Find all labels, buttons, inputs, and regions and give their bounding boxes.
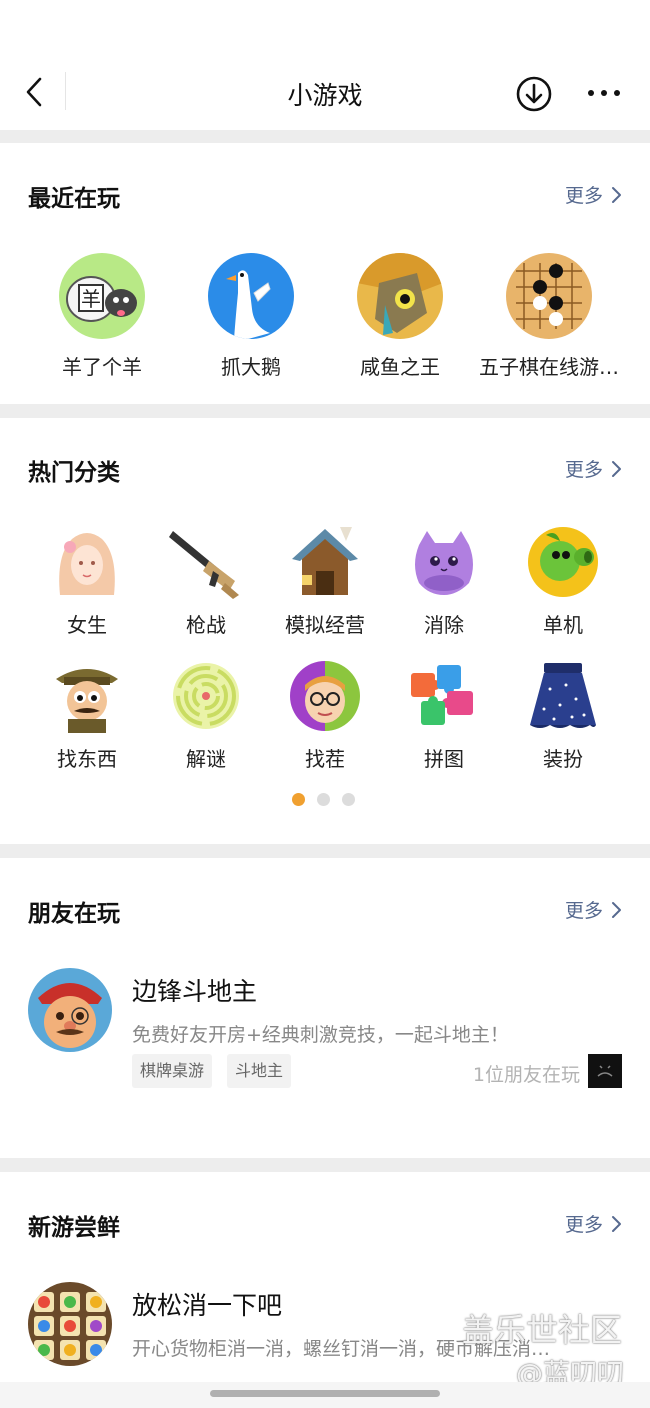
hot-categories-section: 热门分类 更多 女生 枪战 模拟经营 消除 单机 找东西 解谜 找茬 拼图 装扮 [0,418,650,844]
newgames-more-link[interactable]: 更多 [565,1210,622,1237]
ellipsis-icon [588,90,620,96]
section-title: 新游尝鲜 [28,1215,120,1241]
categories-more-link[interactable]: 更多 [565,455,622,482]
explorer-icon [50,659,124,733]
game-description: 免费好友开房+经典刺激竞技，一起斗地主！ [132,1024,509,1046]
category-label: 拼图 [424,747,464,771]
category-label: 消除 [424,613,464,637]
puzzle-icon [407,659,481,733]
chevron-right-icon [612,460,621,477]
recent-more-link[interactable]: 更多 [565,181,622,208]
category-item[interactable]: 装扮 [504,659,622,772]
recent-game-label: 羊了个羊 [62,355,142,379]
more-label: 更多 [564,185,603,207]
download-icon [516,76,552,112]
category-item[interactable]: 拼图 [385,659,503,772]
game-tag: 斗地主 [227,1054,292,1088]
more-options-button[interactable] [585,80,623,106]
girl-icon [50,525,124,599]
category-label: 找茬 [305,747,345,771]
page-dot[interactable] [342,793,355,806]
section-title: 朋友在玩 [28,901,120,927]
salted-fish-king-icon [357,253,443,339]
friend-avatar [588,1054,622,1088]
category-item[interactable]: 枪战 [147,525,265,638]
more-label: 更多 [564,900,603,922]
recent-game-item[interactable]: 羊 羊了个羊 [27,253,177,380]
purple-cat-icon [407,525,481,599]
page-indicator[interactable] [292,793,355,806]
recent-game-item[interactable]: 五子棋在线游… [474,253,624,380]
category-label: 装扮 [543,747,583,771]
category-item[interactable]: 单机 [504,525,622,638]
category-label: 单机 [543,613,583,637]
section-title: 热门分类 [28,460,120,486]
section-title: 最近在玩 [28,186,120,212]
face-compare-icon [288,659,362,733]
category-item[interactable]: 模拟经营 [266,525,384,638]
maze-icon [169,659,243,733]
chevron-right-icon [612,901,621,918]
recent-game-item[interactable]: 抓大鹅 [176,253,326,380]
home-indicator[interactable] [210,1390,440,1397]
category-item[interactable]: 找茬 [266,659,384,772]
sheep-game-icon: 羊 [59,253,145,339]
recent-game-item[interactable]: 咸鱼之王 [325,253,475,380]
gomoku-icon [506,253,592,339]
more-label: 更多 [564,1214,603,1236]
match-game-icon [28,1282,112,1366]
game-tag: 棋牌桌游 [132,1054,213,1088]
friends-more-link[interactable]: 更多 [565,896,622,923]
house-icon [288,525,362,599]
page-dot[interactable] [292,793,305,806]
category-label: 找东西 [57,747,117,771]
rifle-icon [169,525,243,599]
page-dot[interactable] [317,793,330,806]
chevron-right-icon [612,186,621,203]
game-title: 放松消一下吧 [132,1291,283,1320]
chevron-right-icon [612,1215,621,1232]
friend-game-row[interactable]: 边锋斗地主 免费好友开房+经典刺激竞技，一起斗地主！ 棋牌桌游 斗地主 1位朋友… [28,968,622,1098]
recent-section: 最近在玩 更多 羊 羊了个羊 抓大鹅 咸鱼之王 五子棋在线游… [0,143,650,404]
category-label: 女生 [67,613,107,637]
top-navigation-bar: 小游戏 [0,0,650,130]
category-label: 模拟经营 [285,613,365,637]
friends-playing-count: 1位朋友在玩 [472,1064,580,1086]
category-item[interactable]: 女生 [28,525,146,638]
category-item[interactable]: 找东西 [28,659,146,772]
more-label: 更多 [564,459,603,481]
watermark-community: 盖乐世社区 [462,1311,623,1349]
recent-game-label: 五子棋在线游… [479,355,619,379]
goose-game-icon [208,253,294,339]
home-bar-area [0,1382,650,1408]
category-item[interactable]: 消除 [385,525,503,638]
category-label: 解谜 [186,747,226,771]
svg-text:羊: 羊 [81,287,101,311]
download-button[interactable] [515,75,553,113]
recent-game-label: 抓大鹅 [221,355,281,379]
recent-game-label: 咸鱼之王 [360,355,440,379]
category-label: 枪战 [186,613,226,637]
peashooter-icon [526,525,600,599]
landlord-game-icon [28,968,112,1052]
friends-playing-section: 朋友在玩 更多 边锋斗地主 免费好友开房+经典刺激竞技，一起斗地主！ 棋牌桌游 … [0,858,650,1158]
skirt-icon [526,659,600,733]
category-item[interactable]: 解谜 [147,659,265,772]
game-title: 边锋斗地主 [132,977,258,1006]
